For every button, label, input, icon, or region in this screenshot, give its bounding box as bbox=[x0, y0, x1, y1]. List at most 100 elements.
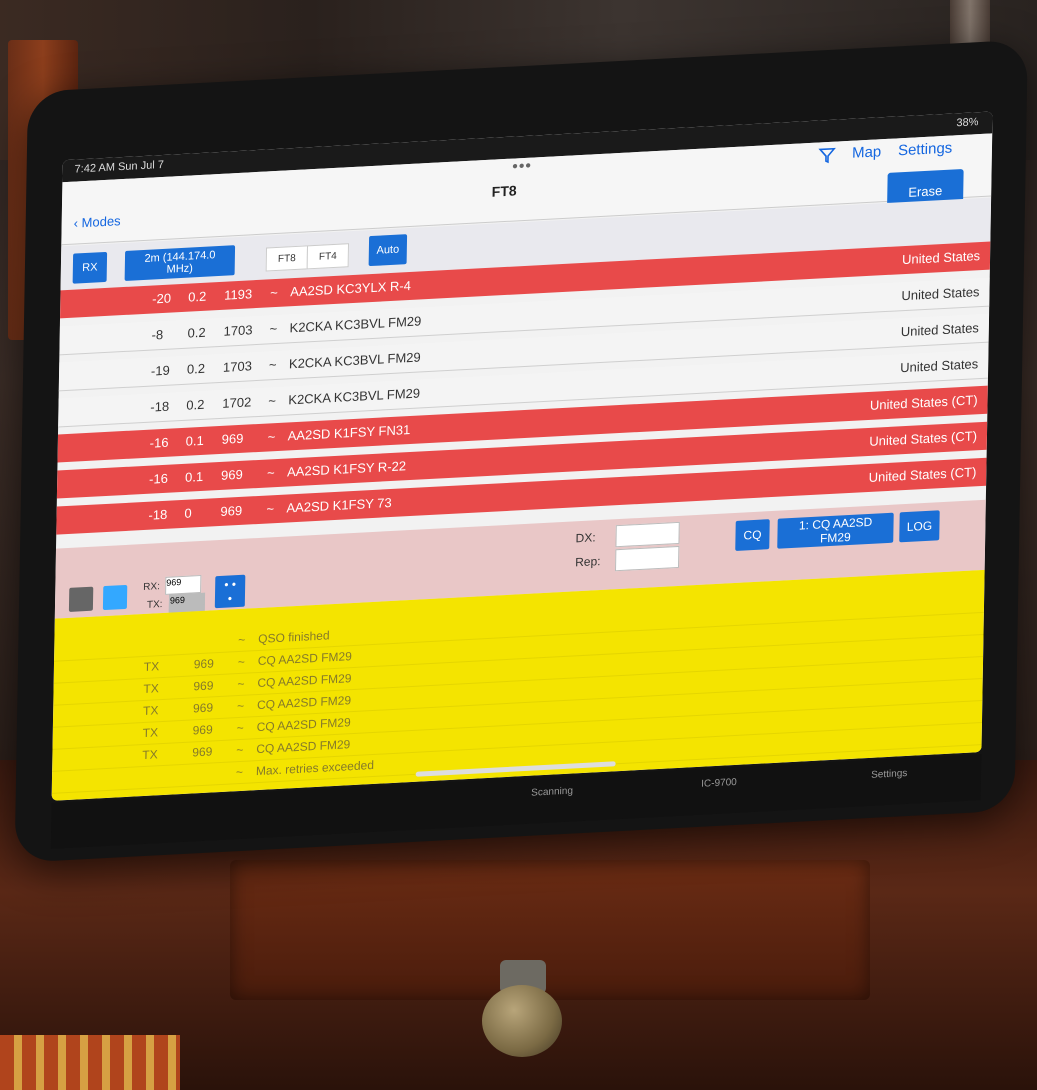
settings-link[interactable]: Settings bbox=[898, 140, 952, 160]
tx-stop-button[interactable] bbox=[68, 586, 94, 612]
rug bbox=[0, 1035, 180, 1090]
decode-sep: ~ bbox=[270, 284, 278, 301]
decode-db: -20 bbox=[152, 290, 172, 307]
rx-freq-value: 969 bbox=[166, 577, 182, 588]
log-sep: ~ bbox=[237, 676, 245, 692]
decode-country: United States bbox=[901, 284, 980, 304]
tab-scanning[interactable]: Scanning bbox=[531, 786, 573, 799]
log-sep: ~ bbox=[235, 764, 244, 780]
rx-freq-field[interactable]: 969 bbox=[165, 574, 202, 595]
decode-dt: 0.1 bbox=[185, 432, 204, 449]
log-sep: ~ bbox=[237, 654, 245, 670]
log-freq: 969 bbox=[192, 722, 213, 738]
decode-country: United States (CT) bbox=[869, 392, 978, 413]
decode-sep: ~ bbox=[266, 465, 275, 481]
tablet: 7:42 AM Sun Jul 7 38% ••• ‹ Modes FT8 Ma… bbox=[14, 39, 1028, 863]
status-time: 7:42 AM Sun Jul 7 bbox=[74, 158, 164, 176]
decode-sep: ~ bbox=[268, 393, 277, 409]
desk-drawer bbox=[230, 860, 870, 1000]
decode-country: United States (CT) bbox=[869, 428, 978, 449]
tablet-screen: 7:42 AM Sun Jul 7 38% ••• ‹ Modes FT8 Ma… bbox=[51, 111, 993, 801]
log-msg: QSO finished bbox=[258, 628, 330, 647]
tab-settings[interactable]: Settings bbox=[871, 768, 907, 781]
log-mode: TX bbox=[142, 747, 158, 763]
more-button[interactable]: • • • bbox=[214, 574, 246, 609]
decode-db: -16 bbox=[149, 434, 169, 451]
decode-msg: AA2SD K1FSY 73 bbox=[286, 494, 392, 516]
tx-freq-value: 969 bbox=[169, 594, 186, 606]
dx-field[interactable] bbox=[615, 521, 680, 548]
decode-db: -19 bbox=[150, 362, 170, 379]
decode-db: -18 bbox=[150, 398, 170, 415]
decode-msg: K2CKA KC3BVL FM29 bbox=[288, 349, 421, 372]
log-msg: CQ AA2SD FM29 bbox=[257, 671, 352, 691]
log-mode: TX bbox=[143, 659, 160, 675]
tx-freq-field[interactable]: 969 bbox=[168, 592, 206, 613]
rx-button[interactable]: RX bbox=[72, 251, 108, 284]
log-msg: CQ AA2SD FM29 bbox=[257, 649, 352, 669]
log-mode: TX bbox=[142, 725, 159, 741]
map-link[interactable]: Map bbox=[852, 143, 881, 162]
battery-indicator: 38% bbox=[956, 116, 979, 130]
decode-country: United States bbox=[900, 320, 980, 340]
decode-freq: 969 bbox=[220, 502, 243, 519]
decode-country: United States bbox=[900, 356, 979, 376]
decode-freq: 1703 bbox=[223, 322, 253, 339]
log-msg: CQ AA2SD FM29 bbox=[256, 693, 352, 713]
decode-sep: ~ bbox=[267, 429, 276, 445]
log-sep: ~ bbox=[236, 698, 245, 714]
log-freq: 969 bbox=[192, 744, 213, 760]
decode-dt: 0.2 bbox=[186, 396, 205, 413]
log-freq: 969 bbox=[192, 700, 214, 716]
decode-dt: 0.1 bbox=[184, 468, 204, 485]
decode-dt: 0.2 bbox=[186, 360, 206, 377]
decode-sep: ~ bbox=[269, 320, 278, 337]
decode-msg: K2CKA KC3BVL FM29 bbox=[289, 313, 422, 336]
mode-ft8-segment[interactable]: FT8 bbox=[265, 245, 309, 272]
tx-enable-button[interactable] bbox=[102, 584, 128, 611]
log-msg: Max. retries exceeded bbox=[255, 757, 375, 779]
log-sep: ~ bbox=[236, 742, 244, 758]
decode-freq: 969 bbox=[221, 430, 244, 447]
multitasking-dots[interactable]: ••• bbox=[512, 158, 532, 177]
decode-dt: 0.2 bbox=[187, 324, 206, 341]
next-message-button[interactable]: 1: CQ AA2SD FM29 bbox=[777, 512, 894, 549]
cq-button[interactable]: CQ bbox=[735, 519, 770, 551]
decode-msg: AA2SD K1FSY R-22 bbox=[286, 458, 407, 480]
decode-dt: 0.2 bbox=[188, 288, 207, 305]
decode-sep: ~ bbox=[266, 501, 275, 517]
log-msg: CQ AA2SD FM29 bbox=[256, 737, 351, 757]
log-mode: TX bbox=[142, 703, 159, 719]
back-label: Modes bbox=[81, 213, 121, 231]
tab-ic9700[interactable]: IC-9700 bbox=[701, 777, 737, 790]
drawer-knob bbox=[482, 985, 562, 1057]
decode-country: United States bbox=[901, 248, 981, 268]
rep-label: Rep: bbox=[575, 554, 601, 570]
mode-ft4-segment[interactable]: FT4 bbox=[306, 243, 350, 270]
log-sep: ~ bbox=[238, 632, 246, 648]
log-mode: TX bbox=[143, 681, 159, 697]
auto-button[interactable]: Auto bbox=[368, 234, 408, 267]
log-sep: ~ bbox=[236, 720, 244, 736]
decode-freq: 969 bbox=[220, 466, 243, 483]
decode-dt: 0 bbox=[184, 505, 192, 521]
decode-freq: 1703 bbox=[222, 358, 253, 375]
decode-db: -18 bbox=[148, 506, 168, 523]
page-title: FT8 bbox=[491, 182, 517, 200]
log-button[interactable]: LOG bbox=[899, 510, 940, 543]
band-button[interactable]: 2m (144.174.0 MHz) bbox=[124, 245, 236, 281]
log-msg: CQ AA2SD FM29 bbox=[256, 715, 351, 735]
tx-freq-label: TX: bbox=[146, 599, 163, 611]
log-freq: 969 bbox=[193, 678, 214, 694]
dx-label: DX: bbox=[575, 530, 596, 546]
filter-icon[interactable] bbox=[818, 146, 836, 165]
decode-msg: K2CKA KC3BVL FM29 bbox=[288, 385, 421, 408]
log-freq: 969 bbox=[193, 656, 214, 672]
rep-field[interactable] bbox=[615, 545, 680, 572]
back-button[interactable]: ‹ Modes bbox=[74, 213, 121, 230]
decode-db: -16 bbox=[148, 470, 169, 487]
decode-freq: 1702 bbox=[222, 394, 252, 411]
decode-sep: ~ bbox=[268, 356, 277, 373]
rx-freq-label: RX: bbox=[143, 581, 160, 594]
decode-msg: AA2SD K1FSY FN31 bbox=[287, 421, 411, 444]
